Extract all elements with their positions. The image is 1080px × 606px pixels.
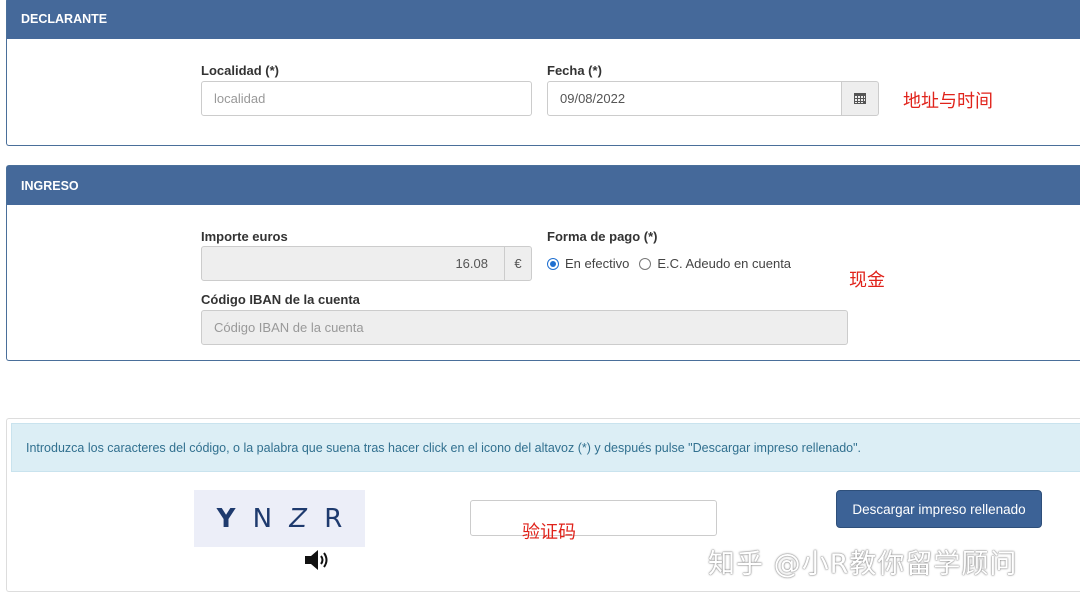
captcha-instructions: Introduzca los caracteres del código, o … <box>11 423 1080 472</box>
captcha-char: Z <box>286 503 310 534</box>
address-date-annotation: 地址与时间 <box>903 91 993 112</box>
captcha-annotation: 验证码 <box>522 522 576 543</box>
fecha-label: Fecha (*) <box>547 63 602 78</box>
radio-adeudo-cuenta[interactable] <box>639 257 652 270</box>
radio-en-efectivo-label[interactable]: En efectivo <box>565 256 629 271</box>
radio-en-efectivo[interactable] <box>547 257 559 270</box>
captcha-input[interactable] <box>470 500 717 536</box>
importe-input: 16.08 <box>201 246 505 281</box>
captcha-char: N <box>252 503 273 534</box>
payment-radio-group: En efectivo E.C. Adeudo en cuenta <box>547 256 801 271</box>
declarante-panel: DECLARANTE <box>6 0 1080 146</box>
localidad-input[interactable]: localidad <box>201 81 532 116</box>
iban-input: Código IBAN de la cuenta <box>201 310 848 345</box>
captcha-char: Y <box>216 503 236 534</box>
cash-annotation: 现金 <box>849 270 885 291</box>
declarante-header: DECLARANTE <box>7 0 1080 39</box>
watermark: 知乎 @小R教你留学顾问 <box>708 549 1018 580</box>
euro-addon: € <box>504 246 532 281</box>
captcha-char: R <box>324 503 343 534</box>
ingreso-header: INGRESO <box>7 166 1080 205</box>
iban-label: Código IBAN de la cuenta <box>201 292 360 307</box>
radio-adeudo-cuenta-label[interactable]: E.C. Adeudo en cuenta <box>657 256 791 271</box>
localidad-label: Localidad (*) <box>201 63 280 78</box>
calendar-icon[interactable] <box>841 81 879 116</box>
fecha-input[interactable]: 09/08/2022 <box>547 81 842 116</box>
captcha-image: Y N Z R <box>194 490 365 547</box>
importe-label: Importe euros <box>201 229 288 244</box>
forma-pago-label: Forma de pago (*) <box>547 229 658 244</box>
download-button[interactable]: Descargar impreso rellenado <box>836 490 1042 528</box>
speaker-icon[interactable] <box>303 548 333 572</box>
